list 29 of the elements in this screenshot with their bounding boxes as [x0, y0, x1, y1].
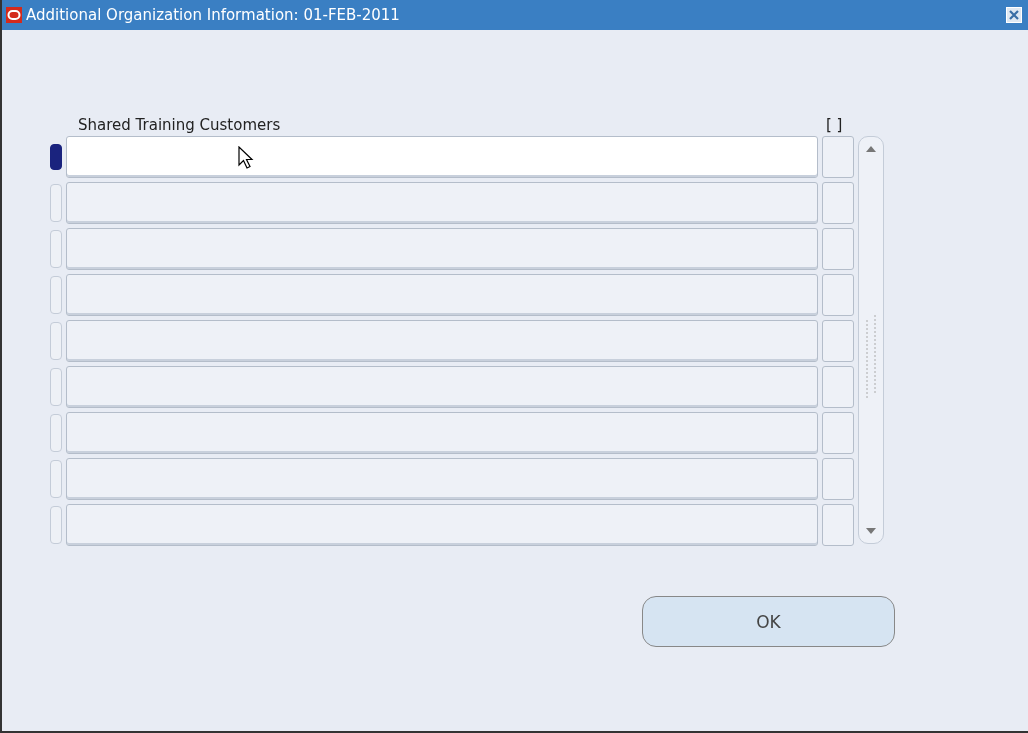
text-field[interactable] [822, 274, 854, 316]
text-field[interactable] [822, 366, 854, 408]
text-field[interactable] [66, 136, 818, 178]
column-header: [ ] [826, 116, 843, 134]
text-field[interactable] [822, 412, 854, 454]
column-header: Shared Training Customers [78, 116, 282, 134]
mouse-pointer-icon [238, 146, 254, 170]
row-indicator[interactable] [50, 144, 62, 170]
scrollbar[interactable] [858, 136, 884, 544]
close-button[interactable] [1006, 7, 1022, 23]
text-field[interactable] [66, 182, 818, 224]
text-field[interactable] [822, 182, 854, 224]
text-field[interactable] [822, 228, 854, 270]
scroll-up-icon[interactable] [865, 145, 877, 153]
window-title: Additional Organization Information: 01-FEB-2011 [26, 6, 401, 24]
ok-button[interactable]: OK [642, 596, 895, 647]
text-field[interactable] [66, 504, 818, 546]
text-field[interactable] [822, 136, 854, 178]
text-field[interactable] [822, 504, 854, 546]
app-logo-icon [6, 7, 22, 23]
text-field[interactable] [66, 228, 818, 270]
text-field[interactable] [822, 320, 854, 362]
scroll-down-icon[interactable] [865, 527, 877, 535]
text-field[interactable] [66, 320, 818, 362]
text-field[interactable] [66, 274, 818, 316]
text-field[interactable] [66, 458, 818, 500]
text-field[interactable] [66, 412, 818, 454]
text-field[interactable] [66, 366, 818, 408]
text-field[interactable] [822, 458, 854, 500]
